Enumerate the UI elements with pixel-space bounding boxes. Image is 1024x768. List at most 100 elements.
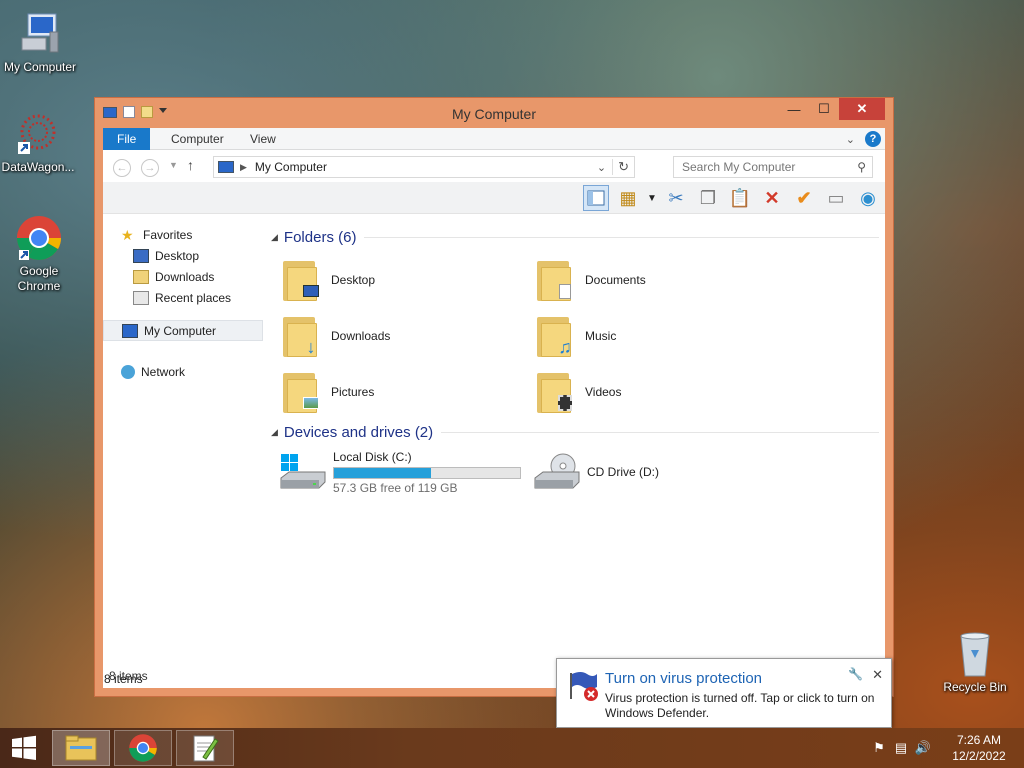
tab-computer[interactable]: Computer <box>157 128 238 150</box>
command-toolbar: ▦ ▼ ✂ ❐ 📋 ✕ ✔ ▭ ◉ <box>103 182 885 214</box>
tab-view[interactable]: View <box>236 128 290 150</box>
windows-logo-icon <box>12 735 36 760</box>
taskbar-file-explorer[interactable] <box>52 730 110 766</box>
properties-check-icon[interactable]: ▦ <box>615 185 641 211</box>
wrench-icon[interactable]: 🔧 <box>848 667 863 681</box>
file-explorer-icon <box>65 735 97 761</box>
rename-icon[interactable]: ▭ <box>823 185 849 211</box>
chrome-icon <box>15 214 63 262</box>
refresh-icon[interactable]: ↻ <box>612 159 634 175</box>
recycle-bin-icon <box>951 630 999 678</box>
devices-group-header[interactable]: ◢ Devices and drives (2) <box>271 421 879 443</box>
star-icon: ★ <box>121 226 134 243</box>
address-text: My Computer <box>254 160 327 174</box>
desktop-icon-datawagon[interactable]: DataWagon... <box>0 110 78 175</box>
cut-icon[interactable]: ✂ <box>663 185 689 211</box>
computer-small-icon <box>122 323 138 338</box>
folder-downloads[interactable]: ↓ Downloads <box>281 310 521 362</box>
preview-pane-icon[interactable] <box>583 185 609 211</box>
checkmark-icon[interactable]: ✔ <box>791 185 817 211</box>
folder-desktop[interactable]: Desktop <box>281 254 521 306</box>
forward-button[interactable]: → <box>141 159 159 177</box>
delete-icon[interactable]: ✕ <box>759 185 785 211</box>
nav-my-computer[interactable]: My Computer <box>103 320 263 341</box>
music-note-icon: ♫ <box>558 336 572 357</box>
folders-group-header[interactable]: ◢ Folders (6) <box>271 226 879 248</box>
explorer-window: My Computer — ☐ ✕ File Computer View ⌄ ?… <box>94 97 894 697</box>
search-input[interactable]: Search My Computer ⚲ <box>673 156 873 178</box>
folder-icon <box>535 369 575 415</box>
taskbar: ⚑ ▤ 🔊 7:26 AM 12/2/2022 <box>0 728 1024 768</box>
folder-music[interactable]: ♫ Music <box>535 310 775 362</box>
navigation-pane: ★ Favorites Desktop Downloads Recent pla… <box>103 214 263 664</box>
notepad-plus-icon <box>193 735 219 762</box>
cd-drive-icon <box>533 452 581 492</box>
desktop-icon-recycle-bin[interactable]: Recycle Bin <box>935 630 1015 695</box>
downloads-icon <box>133 269 149 284</box>
recent-places-icon <box>133 290 149 305</box>
virus-protection-notification[interactable]: Turn on virus protection Virus protectio… <box>556 658 892 728</box>
film-strip-icon <box>555 393 575 413</box>
notification-message: Virus protection is turned off. Tap or c… <box>605 691 875 720</box>
folder-icon: ↓ <box>281 313 321 359</box>
hard-drive-icon <box>279 452 327 492</box>
clock[interactable]: 7:26 AM 12/2/2022 <box>934 732 1024 764</box>
layout-dropdown-icon[interactable]: ▼ <box>647 185 657 211</box>
address-bar[interactable]: ▶ My Computer ⌄ ↻ <box>213 156 635 178</box>
network-icon <box>121 364 135 379</box>
drive-local-disk-c[interactable]: Local Disk (C:) 57.3 GB free of 119 GB <box>279 446 529 498</box>
network-tray-icon[interactable]: ▤ <box>890 740 912 756</box>
minimize-button[interactable]: — <box>779 98 809 120</box>
ribbon-tabs: File Computer View ⌄ ? <box>103 128 885 150</box>
folder-pictures[interactable]: Pictures <box>281 366 521 418</box>
taskbar-notepad-plus[interactable] <box>176 730 234 766</box>
window-client: File Computer View ⌄ ? ← → ▼ ↑ ▶ My Comp… <box>103 128 885 688</box>
folder-icon <box>535 257 575 303</box>
title-bar[interactable]: My Computer — ☐ ✕ <box>95 98 893 128</box>
desktop-badge-icon <box>301 281 321 301</box>
copy-icon[interactable]: ❐ <box>695 185 721 211</box>
expand-ribbon-icon[interactable]: ⌄ <box>846 133 855 146</box>
search-icon: ⚲ <box>857 160 866 174</box>
folder-icon: ♫ <box>535 313 575 359</box>
datawagon-icon <box>14 110 62 158</box>
nav-favorites[interactable]: ★ Favorites <box>103 224 263 245</box>
globe-icon[interactable]: ◉ <box>855 185 881 211</box>
notification-close-icon[interactable]: ✕ <box>872 667 883 683</box>
folder-icon <box>281 257 321 303</box>
nav-recent-places[interactable]: Recent places <box>103 287 263 308</box>
collapse-icon: ◢ <box>271 231 278 242</box>
tab-file[interactable]: File <box>103 128 151 150</box>
help-button[interactable]: ? <box>865 131 881 147</box>
taskbar-chrome[interactable] <box>114 730 172 766</box>
window-title: My Computer <box>451 106 537 122</box>
address-dropdown-icon[interactable]: ⌄ <box>591 161 612 174</box>
content-pane: ◢ Folders (6) Desktop Documents ↓ Downlo… <box>271 214 885 664</box>
documents-badge-icon <box>555 281 575 301</box>
desktop-icon-my-computer[interactable]: My Computer <box>0 10 80 75</box>
picture-icon <box>301 393 321 413</box>
nav-network[interactable]: Network <box>103 361 263 382</box>
up-button[interactable]: ↑ <box>187 157 194 173</box>
nav-desktop[interactable]: Desktop <box>103 245 263 266</box>
recent-locations-icon[interactable]: ▼ <box>169 160 178 170</box>
maximize-button[interactable]: ☐ <box>809 98 839 120</box>
action-center-icon[interactable]: ⚑ <box>868 740 890 756</box>
drive-cd-d[interactable]: CD Drive (D:) <box>533 446 773 498</box>
paste-icon[interactable]: 📋 <box>727 185 753 211</box>
folder-documents[interactable]: Documents <box>535 254 775 306</box>
back-button[interactable]: ← <box>113 159 131 177</box>
disk-usage-bar <box>333 466 521 479</box>
volume-icon[interactable]: 🔊 <box>912 740 934 756</box>
address-chevron-icon: ▶ <box>240 161 247 172</box>
navigation-bar: ← → ▼ ↑ ▶ My Computer ⌄ ↻ Search My Comp… <box>103 150 885 182</box>
close-button[interactable]: ✕ <box>839 98 885 120</box>
system-tray: ⚑ ▤ 🔊 7:26 AM 12/2/2022 <box>868 728 1024 768</box>
address-computer-icon <box>218 161 234 173</box>
desktop-icon-google-chrome[interactable]: Google Chrome <box>0 214 79 294</box>
folder-videos[interactable]: Videos <box>535 366 775 418</box>
download-arrow-icon: ↓ <box>306 336 316 357</box>
folder-icon <box>281 369 321 415</box>
nav-downloads[interactable]: Downloads <box>103 266 263 287</box>
start-button[interactable] <box>0 728 48 768</box>
